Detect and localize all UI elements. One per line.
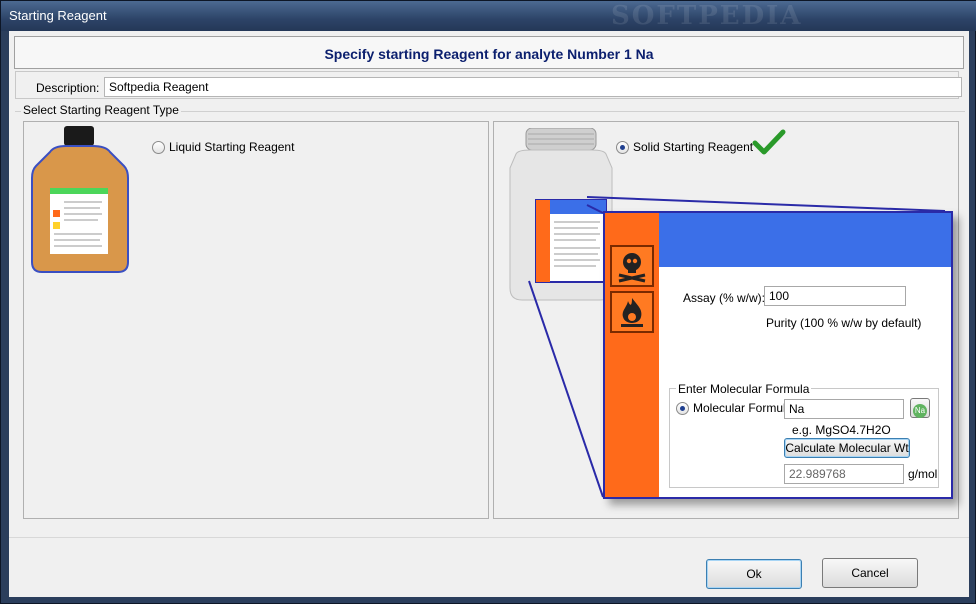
ok-button[interactable]: Ok [706, 559, 802, 589]
element-badge-icon: Na [913, 404, 927, 418]
molecular-formula-label: Molecular Formula: [693, 401, 796, 415]
molecular-formula-input[interactable] [784, 399, 904, 419]
toxic-skull-icon [610, 245, 654, 287]
assay-input[interactable] [764, 286, 906, 306]
label-orange-strip [605, 213, 659, 497]
liquid-reagent-panel: Liquid Starting Reagent [23, 121, 489, 519]
starting-reagent-window: Starting Reagent SOFTPEDIA Specify start… [0, 0, 976, 604]
purity-note: Purity (100 % w/w by default) [766, 316, 922, 330]
check-icon [752, 129, 786, 155]
reagent-type-group-label: Select Starting Reagent Type [21, 103, 181, 117]
solid-reagent-radio[interactable]: Solid Starting Reagent [616, 140, 753, 154]
assay-label: Assay (% w/w): [683, 291, 766, 305]
molecular-weight-unit: g/mol [908, 467, 938, 481]
solid-jar-image [506, 127, 616, 306]
softpedia-watermark: SOFTPEDIA [611, 1, 803, 31]
zoomed-label-panel: Assay (% w/w): Purity (100 % w/w by defa… [603, 211, 953, 499]
cancel-button[interactable]: Cancel [822, 558, 918, 588]
liquid-bottle-image [30, 126, 130, 274]
element-picker-button[interactable]: Na [910, 398, 930, 418]
header-panel: Specify starting Reagent for analyte Num… [14, 36, 964, 69]
formula-group-label: Enter Molecular Formula [676, 382, 812, 396]
dialog-client-area: Specify starting Reagent for analyte Num… [9, 31, 969, 597]
description-input[interactable] [104, 77, 962, 97]
liquid-reagent-radio[interactable]: Liquid Starting Reagent [152, 140, 294, 154]
window-title: Starting Reagent [9, 8, 107, 23]
footer-divider [9, 537, 969, 538]
formula-example: e.g. MgSO4.7H2O [792, 423, 891, 437]
molecular-formula-group: Enter Molecular Formula Molecular Formul… [669, 382, 939, 488]
label-blue-band [659, 213, 951, 267]
liquid-reagent-label: Liquid Starting Reagent [169, 140, 295, 154]
solid-radio-dot[interactable] [616, 140, 629, 154]
description-label: Description: [36, 81, 100, 95]
calculate-molecular-weight-button[interactable]: Calculate Molecular Wt [784, 438, 910, 458]
description-row: Description: [15, 71, 962, 99]
liquid-radio-dot[interactable] [152, 140, 165, 154]
dialog-heading: Specify starting Reagent for analyte Num… [324, 46, 654, 62]
molecular-formula-radio[interactable]: Molecular Formula: [676, 401, 796, 415]
molecular-weight-output [784, 464, 904, 484]
flammable-flame-icon [610, 291, 654, 333]
solid-reagent-label: Solid Starting Reagent [633, 140, 754, 154]
formula-radio-dot[interactable] [676, 401, 689, 415]
title-bar[interactable]: Starting Reagent SOFTPEDIA [1, 1, 976, 31]
